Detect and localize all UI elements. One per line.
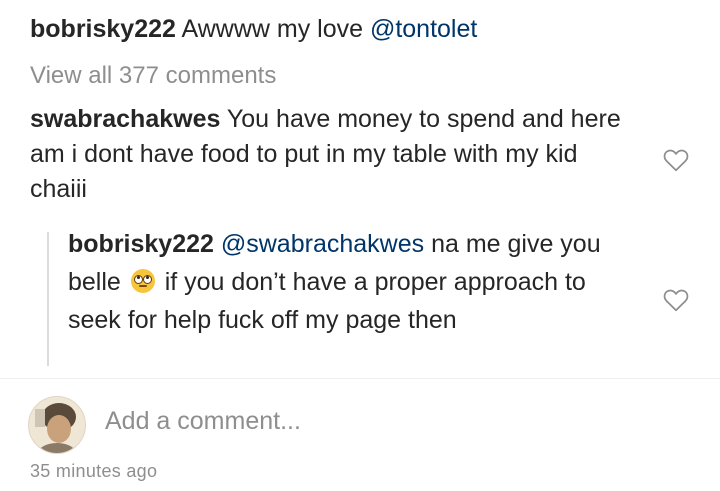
view-all-comments-link[interactable]: View all 377 comments	[30, 62, 276, 90]
rolling-eyes-emoji-icon	[130, 269, 155, 293]
comment-bobrisky222: bobrisky222 Awwww my love @tontolet	[30, 12, 670, 47]
post-timestamp: 35 minutes ago	[30, 461, 158, 481]
add-comment-input[interactable]: Add a comment...	[105, 407, 301, 436]
avatar[interactable]	[28, 396, 86, 454]
reply-username[interactable]: bobrisky222	[68, 230, 214, 258]
reply-comment: bobrisky222 @swabrachakwes na me give yo…	[68, 225, 628, 339]
comment-text: Awwww my love	[175, 15, 370, 43]
avatar-image	[29, 397, 85, 453]
heart-outline-icon[interactable]	[663, 288, 689, 312]
heart-outline-icon[interactable]	[663, 148, 689, 172]
comment-username[interactable]: swabrachakwes	[30, 105, 220, 133]
comment-username[interactable]: bobrisky222	[30, 15, 176, 43]
comment-swabrachakwes: swabrachakwes You have money to spend an…	[30, 102, 630, 207]
reply-thread-line	[47, 232, 49, 366]
composer-divider	[0, 378, 720, 379]
mention-link[interactable]: @tontolet	[370, 15, 477, 43]
mention-link[interactable]: @swabrachakwes	[221, 230, 424, 258]
